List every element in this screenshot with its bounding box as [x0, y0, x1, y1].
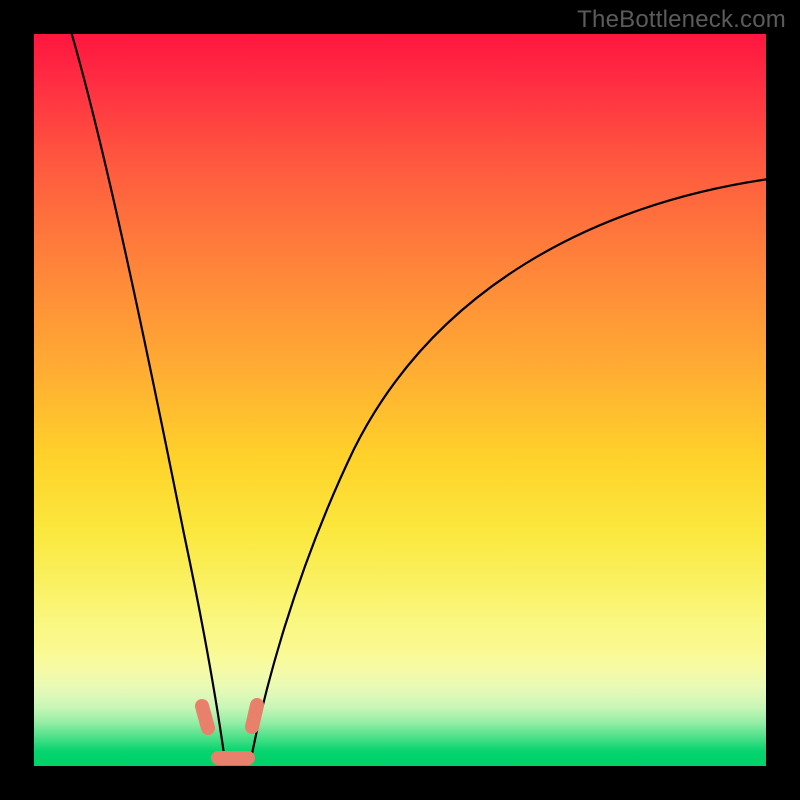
marker-right-cluster	[252, 705, 257, 727]
chart-frame: TheBottleneck.com	[0, 0, 800, 800]
watermark-text: TheBottleneck.com	[577, 6, 786, 34]
curve-left-branch	[70, 28, 224, 754]
marker-left-cluster	[202, 706, 208, 728]
curve-right-branch	[252, 179, 769, 754]
curve-layer	[34, 34, 766, 766]
plot-area	[34, 34, 766, 766]
